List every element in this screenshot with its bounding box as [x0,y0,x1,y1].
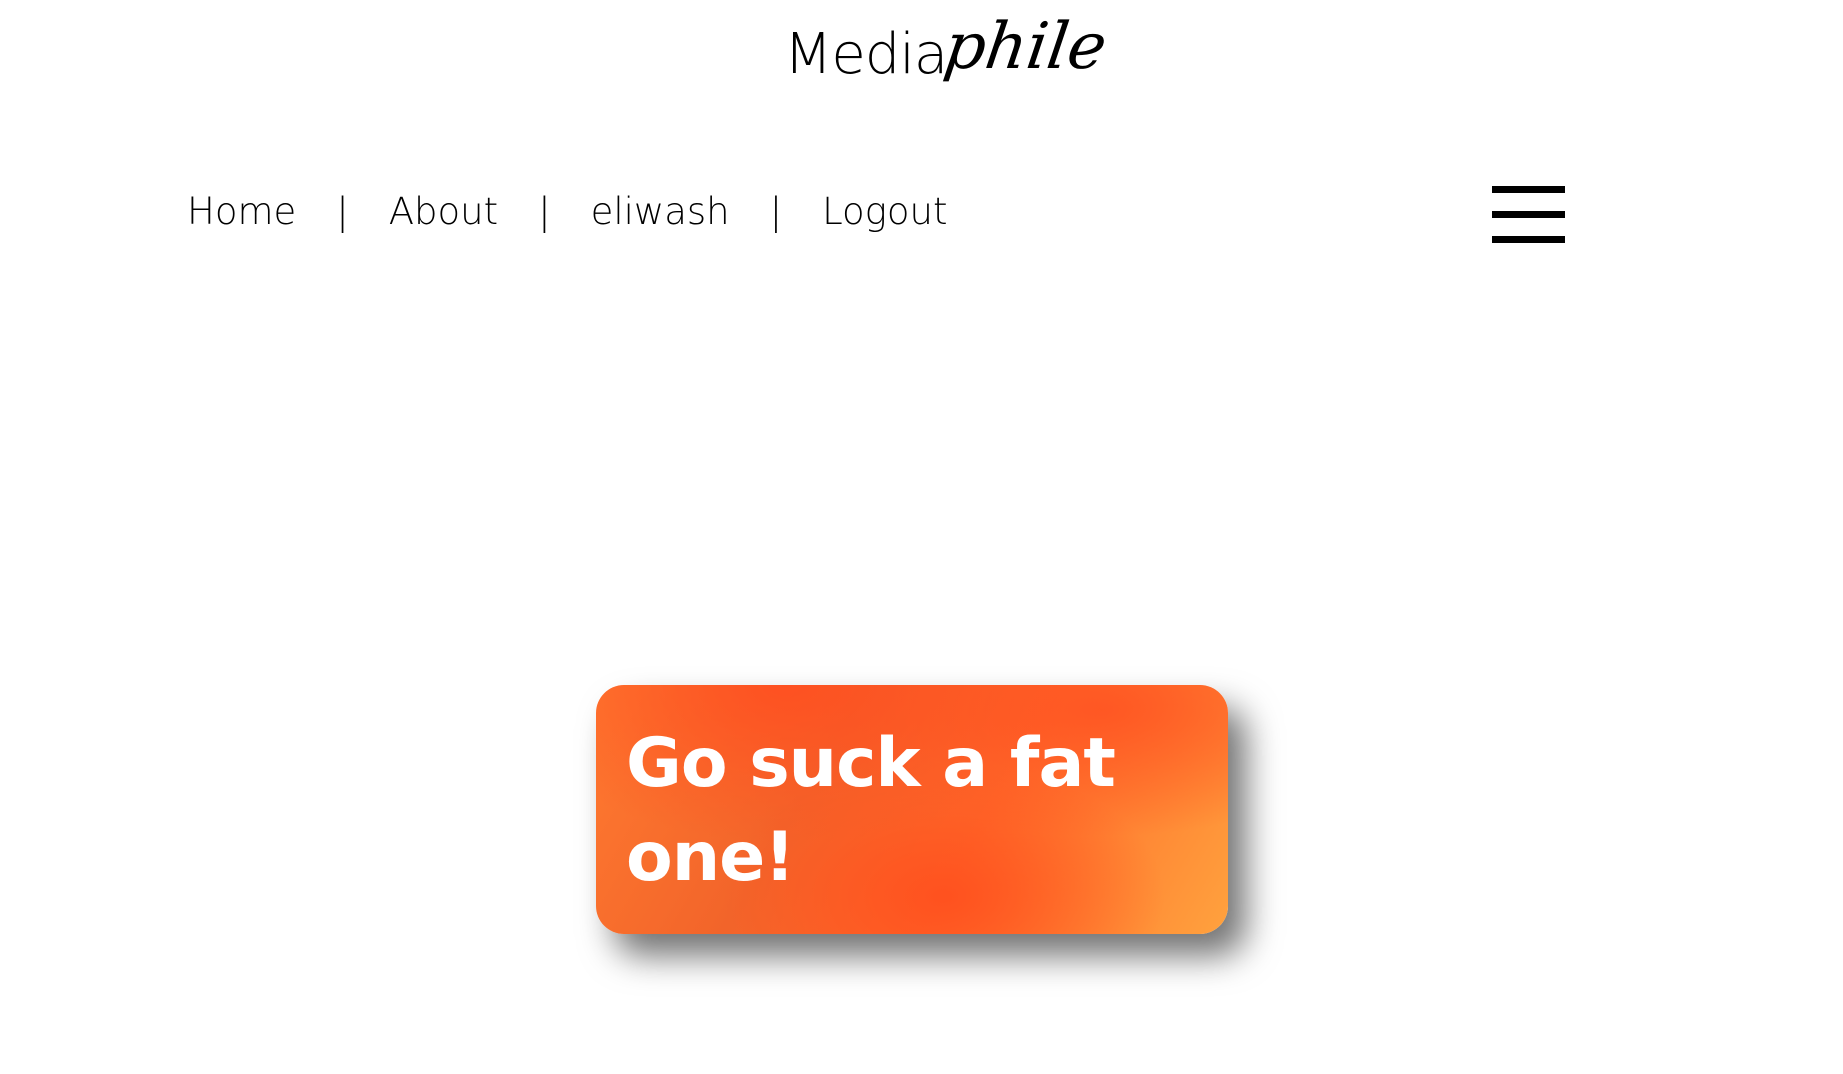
hamburger-bar [1492,211,1565,218]
message-card: Go suck a fat one! [596,685,1228,934]
hamburger-menu-icon[interactable] [1492,184,1565,244]
nav-separator: | [336,190,349,233]
nav-link-about[interactable]: About [389,190,498,233]
site-logo[interactable]: Media phile [784,0,1111,120]
logo-text-script: phile [940,10,1112,84]
main-nav: Home | About | eliwash | Logout [187,190,947,233]
nav-separator: | [538,190,551,233]
message-text: Go suck a fat one! [626,724,1116,897]
logo-text-plain: Media [784,22,948,87]
nav-link-home[interactable]: Home [187,190,296,233]
nav-link-logout[interactable]: Logout [822,190,947,233]
hamburger-bar [1492,186,1565,193]
nav-separator: | [769,190,783,233]
page: Media phile Home | About | eliwash | Log… [0,0,1843,1074]
nav-link-profile[interactable]: eliwash [591,190,730,233]
hamburger-bar [1492,236,1565,243]
